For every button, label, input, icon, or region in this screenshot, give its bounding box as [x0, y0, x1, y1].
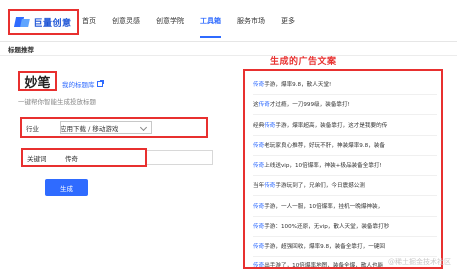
- industry-select-frame[interactable]: [60, 121, 152, 134]
- result-item[interactable]: 传奇手游：100%还原，无vip，散人天堂，装备靠打秒: [253, 222, 389, 230]
- result-prefix: 当年: [253, 183, 265, 189]
- divider: [0, 55, 457, 56]
- result-keyword: 传奇: [253, 204, 265, 210]
- result-item[interactable]: 当年传奇手游玩到了，兄弟们，今日震撼公测: [253, 181, 365, 189]
- result-text: 出手游了，10倍爆率地图，装备全爆，散人也能: [264, 263, 384, 269]
- result-separator: [253, 94, 437, 95]
- brand-title: 妙笔: [18, 71, 57, 91]
- my-library-link[interactable]: 我的标题库: [62, 79, 104, 89]
- external-link-icon: [96, 80, 104, 87]
- results-title: 生成的广告文案: [270, 57, 337, 67]
- result-prefix: 经典: [253, 123, 265, 129]
- result-text: 手游：100%还原，无vip，散人天堂，装备靠打秒: [264, 224, 390, 230]
- result-item[interactable]: 传奇手游，一人一服，10倍爆率，挂机一晚爆神装，: [253, 202, 383, 210]
- result-keyword: 传奇: [253, 82, 265, 88]
- result-item[interactable]: 传奇出手游了，10倍爆率地图，装备全爆，散人也能: [253, 261, 384, 269]
- result-keyword: 传奇: [253, 263, 265, 269]
- generate-button[interactable]: 生成: [45, 179, 88, 196]
- result-keyword: 传奇: [258, 102, 270, 108]
- logo[interactable]: 巨量创意: [8, 9, 79, 35]
- keyword-input-frame[interactable]: [147, 150, 213, 165]
- result-keyword: 传奇: [253, 163, 265, 169]
- result-keyword: 传奇: [264, 123, 276, 129]
- result-item[interactable]: 经典传奇手游，爆率超高，装备靠打，这才是我要的传: [253, 121, 387, 129]
- nav-item-home[interactable]: 首页: [82, 0, 96, 42]
- industry-label: 行业: [26, 124, 39, 133]
- result-item[interactable]: 传奇上线送vip，10倍爆率，神装+极品装备全靠打!: [253, 161, 382, 169]
- logo-text: 巨量创意: [33, 18, 72, 29]
- result-keyword: 传奇: [253, 143, 265, 149]
- result-keyword: 传奇: [253, 244, 265, 250]
- nav-item-more[interactable]: 更多: [281, 0, 295, 42]
- my-library-label[interactable]: 我的标题库: [62, 79, 95, 89]
- keyword-field: 关键词 传奇: [21, 148, 147, 167]
- section-title: 标题推荐: [8, 46, 34, 54]
- result-text: 老玩家良心推荐，好玩不肝，神装爆率9.8，装备: [264, 143, 385, 149]
- result-keyword: 传奇: [253, 224, 265, 230]
- result-text: 手游，爆率9.8，散人天堂!: [264, 82, 332, 88]
- brand-subtitle: 一键帮你智能生成投放标题: [18, 98, 96, 106]
- result-text: 手游，爆率超高，装备靠打，这才是我要的传: [275, 123, 388, 129]
- results-list: 传奇手游，爆率9.8，散人天堂! 这传奇才过瘾，一刀999级，装备靠打! 经典传奇手…: [243, 69, 443, 269]
- result-separator: [253, 135, 437, 136]
- logo-icon: [14, 16, 31, 28]
- keyword-label: 关键词: [27, 154, 47, 163]
- nav-item-academy[interactable]: 创意学院: [156, 0, 184, 42]
- result-separator: [253, 216, 437, 217]
- result-item[interactable]: 传奇手游，超强回收，爆率9.8，装备全靠打，一键回: [253, 242, 385, 250]
- result-text: 才过瘾，一刀999级，装备靠打!: [269, 102, 350, 108]
- result-separator: [253, 195, 437, 196]
- nav-item-service-market[interactable]: 服务市场: [237, 0, 265, 42]
- result-separator: [253, 236, 437, 237]
- result-item[interactable]: 传奇老玩家良心推荐，好玩不肝，神装爆率9.8，装备: [253, 141, 385, 149]
- nav-menu: 首页 创意灵感 创意学院 工具箱 服务市场 更多: [82, 0, 311, 42]
- result-item[interactable]: 传奇手游，爆率9.8，散人天堂!: [253, 80, 331, 88]
- keyword-input[interactable]: 传奇: [59, 153, 78, 163]
- result-separator: [253, 114, 437, 115]
- result-separator: [253, 175, 437, 176]
- result-keyword: 传奇: [264, 183, 276, 189]
- result-item[interactable]: 这传奇才过瘾，一刀999级，装备靠打!: [253, 100, 350, 108]
- top-navigation: 巨量创意 首页 创意灵感 创意学院 工具箱 服务市场 更多: [0, 0, 457, 42]
- watermark: @稀土掘金技术社区: [388, 258, 451, 266]
- result-text: 手游，一人一服，10倍爆率，挂机一晚爆神装，: [264, 204, 384, 210]
- result-text: 上线送vip，10倍爆率，神装+极品装备全靠打!: [264, 163, 382, 169]
- result-text: 手游玩到了，兄弟们，今日震撼公测: [275, 183, 365, 189]
- nav-item-toolbox[interactable]: 工具箱: [200, 0, 221, 42]
- result-text: 手游，超强回收，爆率9.8，装备全靠打，一键回: [264, 244, 385, 250]
- result-separator: [253, 155, 437, 156]
- nav-item-inspiration[interactable]: 创意灵感: [112, 0, 140, 42]
